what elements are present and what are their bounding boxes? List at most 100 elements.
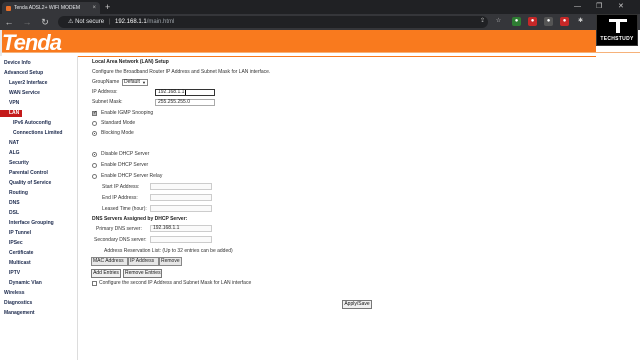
chevron-down-icon: ▼ xyxy=(142,80,146,85)
security-label: Not secure xyxy=(75,19,105,25)
subnet-mask-label: Subnet Mask: xyxy=(92,99,123,105)
leased-time-label: Leased Time (hour): xyxy=(102,206,147,212)
maximize-icon[interactable]: ❐ xyxy=(596,0,602,14)
standard-mode-label: Standard Mode xyxy=(101,120,136,126)
extension-green-icon[interactable]: ● xyxy=(512,17,521,26)
remove-entries-button[interactable]: Remove Entries xyxy=(123,269,162,278)
subnet-mask-input[interactable]: 255.255.255.0 xyxy=(155,99,215,106)
ip-address-value: 192.168.1.1 xyxy=(158,89,185,95)
url-separator: | xyxy=(108,19,111,25)
add-entries-button[interactable]: Add Entries xyxy=(91,269,121,278)
close-tab-icon[interactable]: × xyxy=(92,2,96,14)
igmp-snooping-label: Enable IGMP Snooping xyxy=(101,110,154,116)
group-name-select[interactable]: Default ▼ xyxy=(122,79,148,86)
new-tab-button[interactable]: + xyxy=(105,1,110,13)
browser-tab-strip: Tenda ADSL2+ WIFI MODEM × + — ❐ ✕ xyxy=(0,0,640,14)
browser-toolbar: ← → ↻ ⚠ Not secure | 192.168.1.1/main.ht… xyxy=(0,14,640,30)
group-name-label: GroupName xyxy=(92,79,120,85)
disable-dhcp-radio[interactable] xyxy=(92,152,97,157)
ip-address-label: IP Address: xyxy=(92,89,118,95)
extension-gray-icon[interactable]: ● xyxy=(544,17,553,26)
page-title: Local Area Network (LAN) Setup xyxy=(92,59,169,65)
sidebar-item-security[interactable]: Security xyxy=(9,160,29,167)
puzzle-extensions-icon[interactable]: ✱ xyxy=(576,17,585,26)
sidebar-item-parental-control[interactable]: Parental Control xyxy=(9,170,48,177)
reservation-note: Address Reservation List: (Up to 32 entr… xyxy=(104,248,233,254)
primary-dns-input[interactable]: 192.168.1.1 xyxy=(150,225,212,232)
secondary-dns-label: Secondary DNS server: xyxy=(94,237,147,243)
sidebar-item-interface-grouping[interactable]: Interface Grouping xyxy=(9,220,54,227)
warning-icon: ⚠ xyxy=(68,19,74,25)
blocking-mode-radio[interactable] xyxy=(92,131,97,136)
secondary-dns-input[interactable] xyxy=(150,236,212,243)
sidebar-item-ip-tunnel[interactable]: IP Tunnel xyxy=(9,230,31,237)
sidebar-item-dsl[interactable]: DSL xyxy=(9,210,19,217)
share-icon[interactable]: ⇪ xyxy=(478,17,487,26)
close-window-icon[interactable]: ✕ xyxy=(618,0,624,14)
sidebar-item-advanced-setup[interactable]: Advanced Setup xyxy=(4,70,43,77)
sidebar-item-diagnostics[interactable]: Diagnostics xyxy=(4,300,32,307)
text-caret xyxy=(185,90,187,95)
sidebar-item-iptv[interactable]: IPTV xyxy=(9,270,20,277)
minimize-icon[interactable]: — xyxy=(574,0,581,14)
sidebar-item-wireless[interactable]: Wireless xyxy=(4,290,25,297)
apply-save-button[interactable]: Apply/Save xyxy=(342,300,372,309)
enable-dhcp-radio[interactable] xyxy=(92,163,97,168)
sidebar-item-multicast[interactable]: Multicast xyxy=(9,260,31,267)
subnet-mask-value: 255.255.255.0 xyxy=(158,99,190,105)
primary-dns-value: 192.168.1.1 xyxy=(153,225,180,231)
reload-icon[interactable]: ↻ xyxy=(39,16,51,28)
address-bar[interactable]: ⚠ Not secure | 192.168.1.1/main.html xyxy=(58,16,488,28)
dns-heading: DNS Servers Assigned by DHCP Server: xyxy=(92,216,188,222)
sidebar-item-layer2-interface[interactable]: Layer2 Interface xyxy=(9,80,47,87)
end-ip-input[interactable] xyxy=(150,194,212,201)
second-ip-label: Configure the second IP Address and Subn… xyxy=(99,280,252,286)
tenda-favicon-icon xyxy=(6,6,11,11)
table-header-ip: IP Address xyxy=(128,257,159,266)
sidebar-item-vpn[interactable]: VPN xyxy=(9,100,19,107)
table-header-remove: Remove xyxy=(159,257,182,266)
second-ip-checkbox[interactable] xyxy=(92,281,97,286)
sidebar-menu: Device Info Advanced Setup Layer2 Interf… xyxy=(0,56,78,360)
sidebar-item-connections-limited[interactable]: Connections Limited xyxy=(13,130,62,137)
disable-dhcp-label: Disable DHCP Server xyxy=(101,151,150,157)
browser-tab[interactable]: Tenda ADSL2+ WIFI MODEM × xyxy=(2,2,100,14)
extension-red-icon[interactable]: ● xyxy=(528,17,537,26)
sidebar-item-dynamic-vlan[interactable]: Dynamic Vlan xyxy=(9,280,42,287)
standard-mode-radio[interactable] xyxy=(92,121,97,126)
igmp-snooping-checkbox[interactable] xyxy=(92,110,97,116)
table-header-mac: MAC Address xyxy=(91,257,128,266)
enable-dhcp-relay-radio[interactable] xyxy=(92,174,97,179)
ts-logo-icon xyxy=(609,19,627,33)
watermark-brand: TECHSTUDY xyxy=(600,36,634,42)
sidebar-item-management[interactable]: Management xyxy=(4,310,35,317)
url-path: /main.html xyxy=(146,19,175,25)
channel-watermark: TECHSTUDY xyxy=(596,14,638,46)
enable-dhcp-label: Enable DHCP Server xyxy=(101,162,149,168)
primary-dns-label: Primary DNS server: xyxy=(96,226,142,232)
tab-title: Tenda ADSL2+ WIFI MODEM xyxy=(14,5,80,11)
sidebar-item-dns[interactable]: DNS xyxy=(9,200,20,207)
sidebar-item-quality-of-service[interactable]: Quality of Service xyxy=(9,180,51,187)
enable-dhcp-relay-label: Enable DHCP Server Relay xyxy=(101,173,163,179)
end-ip-label: End IP Address: xyxy=(102,195,138,201)
forward-icon[interactable]: → xyxy=(21,16,33,28)
sidebar-item-nat[interactable]: NAT xyxy=(9,140,19,147)
extension-record-icon[interactable]: ● xyxy=(560,17,569,26)
sidebar-item-ipv6-autoconfig[interactable]: IPv6 Autoconfig xyxy=(13,120,51,127)
sidebar-item-alg[interactable]: ALG xyxy=(9,150,20,157)
sidebar-item-ipsec[interactable]: IPSec xyxy=(9,240,23,247)
page-description: Configure the Broadband Router IP Addres… xyxy=(92,69,271,75)
back-icon[interactable]: ← xyxy=(3,16,15,28)
start-ip-input[interactable] xyxy=(150,183,212,190)
leased-time-input[interactable] xyxy=(150,205,212,212)
bookmark-star-icon[interactable]: ☆ xyxy=(494,17,503,26)
ip-address-input[interactable]: 192.168.1.1 xyxy=(155,89,215,96)
sidebar-item-lan[interactable]: LAN xyxy=(0,110,22,117)
lan-setup-panel: Local Area Network (LAN) Setup Configure… xyxy=(80,56,600,360)
sidebar-item-device-info[interactable]: Device Info xyxy=(4,60,31,67)
sidebar-item-wan-service[interactable]: WAN Service xyxy=(9,90,40,97)
sidebar-item-routing[interactable]: Routing xyxy=(9,190,28,197)
sidebar-item-certificate[interactable]: Certificate xyxy=(9,250,33,257)
group-name-value: Default xyxy=(124,79,140,85)
